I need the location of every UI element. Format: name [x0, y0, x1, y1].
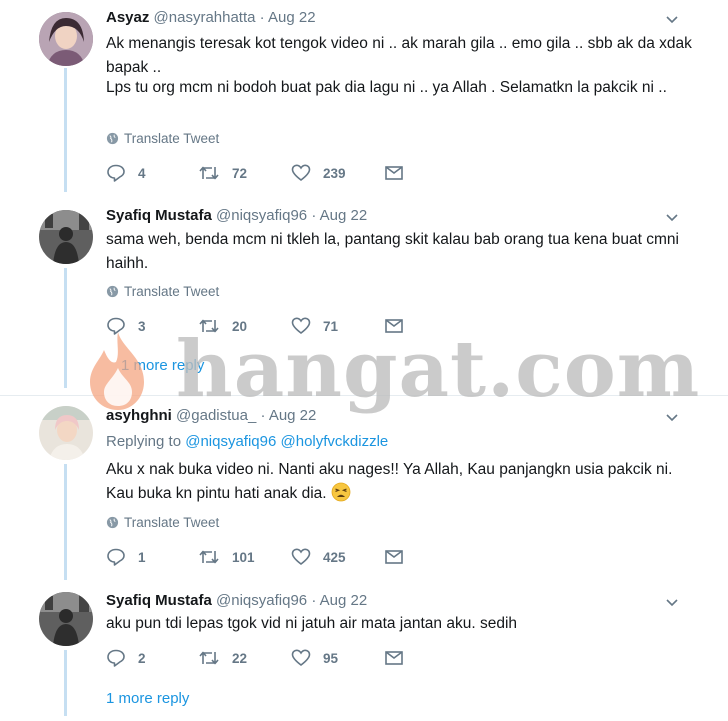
chevron-down-icon[interactable] [664, 594, 680, 610]
reply-count: 1 [138, 549, 146, 565]
user-handle[interactable]: @nasyrahhatta [154, 9, 256, 26]
reply-count: 4 [138, 165, 146, 181]
retweet-icon [199, 550, 219, 564]
mention-link[interactable]: @niqsyafiq96 [185, 433, 276, 450]
globe-icon [106, 516, 119, 529]
like-count: 239 [323, 165, 346, 181]
chevron-down-icon[interactable] [664, 209, 680, 225]
mention-link[interactable]: @holyfvckdizzle [281, 433, 389, 450]
direct-message-button[interactable] [384, 648, 404, 668]
replying-to-label: Replying to [106, 433, 182, 450]
display-name[interactable]: Syafiq Mustafa [106, 592, 212, 609]
globe-icon [106, 132, 119, 145]
chevron-down-icon[interactable] [664, 11, 680, 27]
like-button[interactable]: 425 [291, 547, 346, 567]
retweet-icon [199, 651, 219, 665]
thread-line [64, 650, 67, 716]
tweet-date[interactable]: Aug 22 [320, 592, 368, 609]
watermark-text: hangat.com [176, 324, 701, 415]
avatar[interactable] [39, 210, 93, 264]
separator: · [311, 592, 317, 609]
translate-tweet-link[interactable]: Translate Tweet [106, 515, 219, 530]
reply-button[interactable]: 4 [106, 163, 146, 183]
separator: · [311, 207, 317, 224]
retweet-icon [199, 166, 219, 180]
reply-icon [107, 548, 125, 566]
tweet-text: sama weh, benda mcm ni tkleh la, pantang… [106, 231, 679, 272]
direct-message-button[interactable] [384, 547, 404, 567]
tweet-text: aku pun tdi lepas tgok vid ni jatuh air … [106, 615, 518, 632]
like-count: 95 [323, 650, 339, 666]
retweet-button[interactable]: 22 [198, 648, 247, 668]
retweet-count: 101 [232, 549, 255, 565]
translate-tweet-link[interactable]: Translate Tweet [106, 131, 219, 146]
display-name[interactable]: Asyaz [106, 9, 149, 26]
separator: · [259, 9, 265, 26]
reply-count: 2 [138, 650, 146, 666]
translate-label: Translate Tweet [124, 284, 220, 299]
tweet-3: asyhghni @gadistua_ · Aug 22 Replying to… [0, 396, 728, 582]
tweet-4: Syafiq Mustafa @niqsyafiq96 · Aug 22 aku… [0, 582, 728, 721]
thread-line [64, 268, 67, 388]
user-handle[interactable]: @niqsyafiq96 [216, 207, 307, 224]
like-button[interactable]: 239 [291, 163, 346, 183]
translate-label: Translate Tweet [124, 515, 220, 530]
like-icon [291, 164, 311, 182]
like-icon [291, 649, 311, 667]
thread-line [64, 464, 67, 580]
replying-to: Replying to @niqsyafiq96 @holyfvckdizzle [106, 433, 388, 450]
tweet-text: Aku x nak buka video ni. Nanti aku nages… [106, 458, 696, 506]
like-icon [291, 548, 311, 566]
avatar[interactable] [39, 592, 93, 646]
display-name[interactable]: Syafiq Mustafa [106, 207, 212, 224]
reply-icon [107, 164, 125, 182]
retweet-count: 22 [232, 650, 248, 666]
like-button[interactable]: 95 [291, 648, 338, 668]
reply-icon [107, 649, 125, 667]
tweet-text: Ak menangis teresak kot tengok video ni … [106, 35, 692, 76]
flame-logo-icon [90, 332, 144, 410]
retweet-button[interactable]: 101 [198, 547, 255, 567]
like-count: 425 [323, 549, 346, 565]
tweet-1: Asyaz @nasyrahhatta · Aug 22 Ak menangis… [0, 0, 728, 200]
more-replies-link[interactable]: 1 more reply [106, 690, 189, 707]
tweet-text-body: Aku x nak buka video ni. Nanti aku nages… [106, 461, 673, 502]
globe-icon [106, 285, 119, 298]
dm-icon [385, 166, 403, 180]
translate-label: Translate Tweet [124, 131, 220, 146]
thread-line [64, 68, 67, 192]
retweet-count: 72 [232, 165, 248, 181]
tweet-text: Lps tu org mcm ni bodoh buat pak dia lag… [106, 79, 667, 96]
reply-button[interactable]: 1 [106, 547, 146, 567]
direct-message-button[interactable] [384, 163, 404, 183]
dm-icon [385, 651, 403, 665]
avatar[interactable] [39, 12, 93, 66]
reply-button[interactable]: 2 [106, 648, 146, 668]
translate-tweet-link[interactable]: Translate Tweet [106, 284, 219, 299]
user-handle[interactable]: @niqsyafiq96 [216, 592, 307, 609]
dm-icon [385, 550, 403, 564]
weary-face-emoji [331, 482, 351, 502]
retweet-button[interactable]: 72 [198, 163, 247, 183]
tweet-date[interactable]: Aug 22 [268, 9, 316, 26]
tweet-date[interactable]: Aug 22 [320, 207, 368, 224]
watermark: hangat.com [78, 320, 699, 420]
